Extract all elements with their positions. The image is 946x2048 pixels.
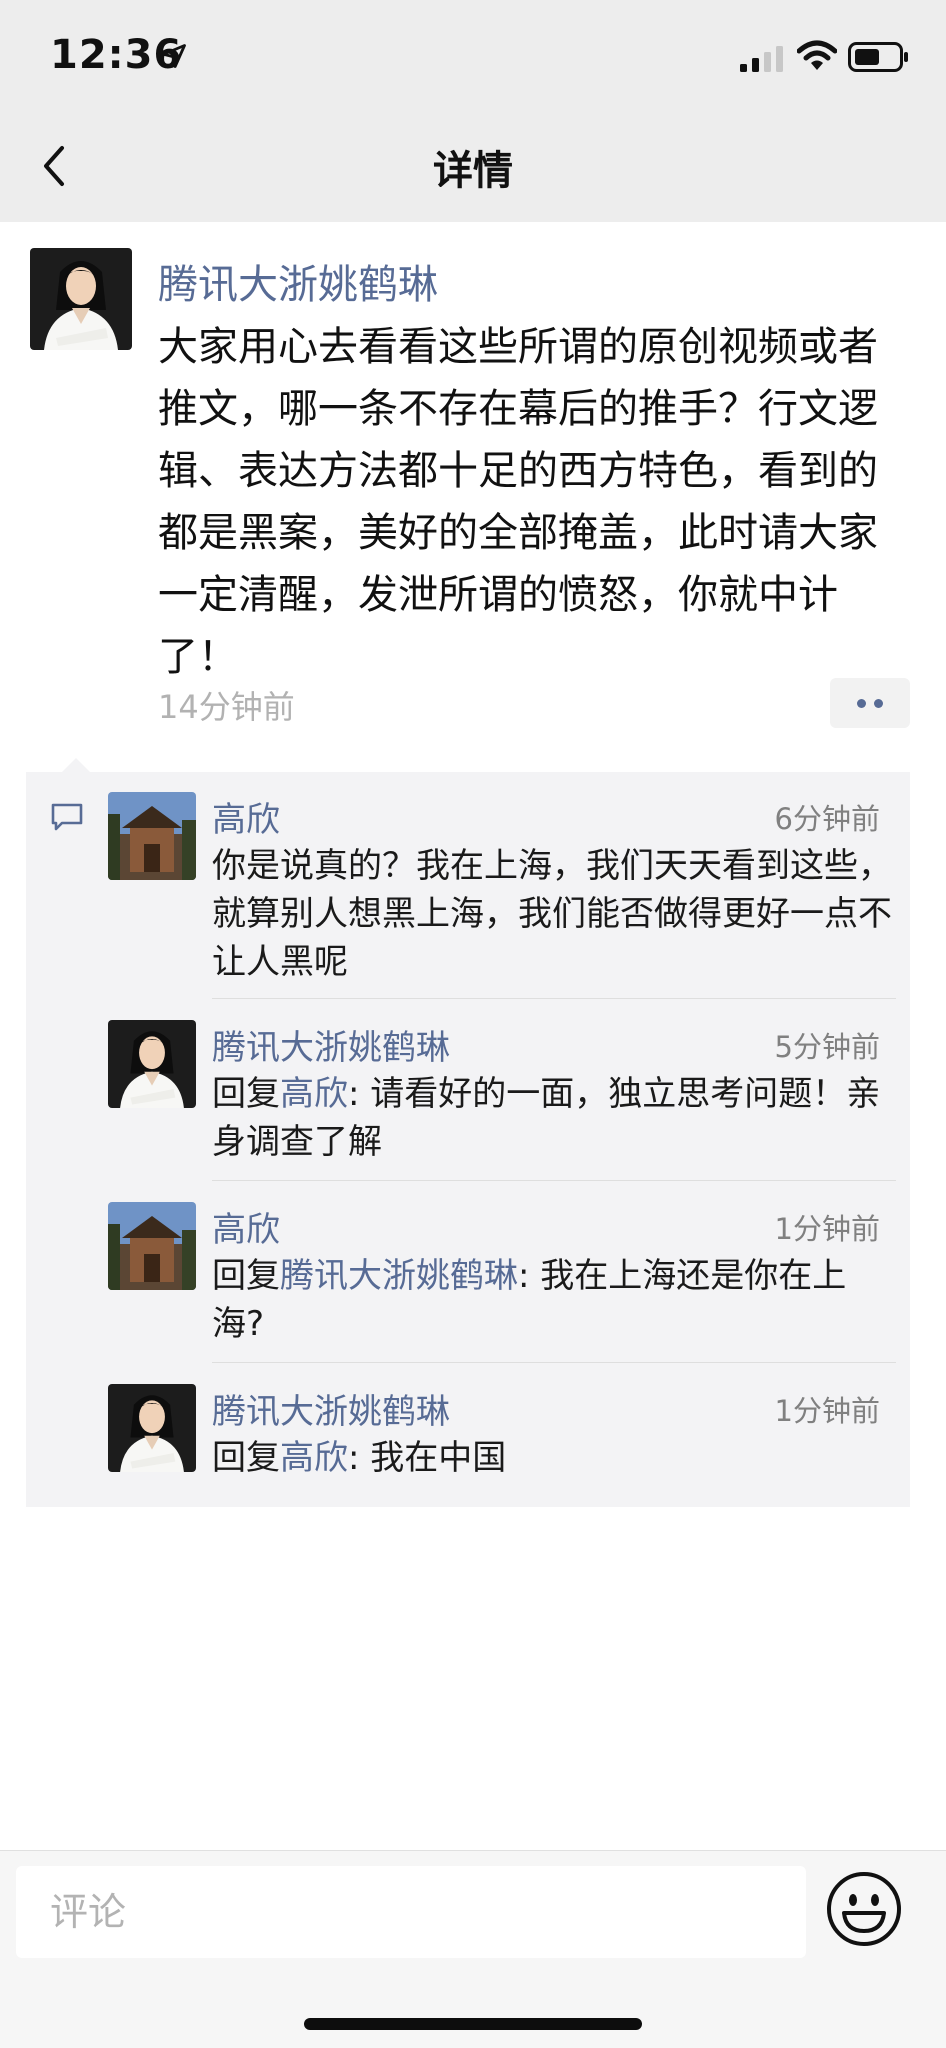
header-area: 12:36 详情 bbox=[0, 0, 946, 222]
reply-to-name[interactable]: 高欣 bbox=[280, 1438, 348, 1478]
divider bbox=[212, 1362, 896, 1363]
comment-author-name[interactable]: 腾讯大浙姚鹤琳 bbox=[212, 1020, 450, 1069]
more-options-button[interactable] bbox=[830, 678, 910, 728]
reply-prefix: 回复 bbox=[212, 1438, 280, 1478]
comment-timestamp: 1分钟前 bbox=[774, 1394, 880, 1428]
divider bbox=[212, 1180, 896, 1181]
avatar[interactable] bbox=[108, 1020, 196, 1108]
avatar[interactable] bbox=[108, 1384, 196, 1472]
comment-text: 回复高欣: 我在中国 bbox=[212, 1434, 892, 1482]
avatar-woman-image bbox=[108, 1020, 196, 1108]
comment-item[interactable]: 腾讯大浙姚鹤琳 5分钟前 回复高欣: 请看好的一面，独立思考问题！亲身调查了解 bbox=[26, 1000, 910, 1180]
avatar-woman-image bbox=[30, 248, 132, 350]
reply-to-name[interactable]: 高欣 bbox=[280, 1074, 348, 1114]
comment-timestamp: 1分钟前 bbox=[774, 1212, 880, 1246]
reply-body: : 我在中国 bbox=[348, 1438, 507, 1478]
avatar[interactable] bbox=[108, 1202, 196, 1290]
cellular-signal-icon bbox=[740, 46, 783, 72]
comment-text: 你是说真的？我在上海，我们天天看到这些，就算别人想黑上海，我们能否做得更好一点不… bbox=[212, 846, 892, 982]
comment-input-bar bbox=[0, 1850, 946, 2048]
post-timestamp: 14分钟前 bbox=[158, 688, 295, 726]
battery-icon bbox=[848, 42, 908, 72]
home-indicator bbox=[304, 2018, 642, 2030]
avatar[interactable] bbox=[30, 248, 132, 350]
comment-item[interactable]: 高欣 6分钟前 你是说真的？我在上海，我们天天看到这些，就算别人想黑上海，我们能… bbox=[26, 772, 910, 998]
comment-timestamp: 6分钟前 bbox=[774, 802, 880, 836]
post-author-name[interactable]: 腾讯大浙姚鹤琳 bbox=[158, 252, 438, 310]
comment-item[interactable]: 腾讯大浙姚鹤琳 1分钟前 回复高欣: 我在中国 bbox=[26, 1364, 910, 1504]
avatar-building-image bbox=[108, 792, 196, 880]
comment-text: 回复高欣: 请看好的一面，独立思考问题！亲身调查了解 bbox=[212, 1070, 892, 1166]
comment-author-name[interactable]: 腾讯大浙姚鹤琳 bbox=[212, 1384, 450, 1433]
avatar-building-image bbox=[108, 1202, 196, 1290]
comment-author-name[interactable]: 高欣 bbox=[212, 1202, 280, 1251]
reply-to-name[interactable]: 腾讯大浙姚鹤琳 bbox=[280, 1256, 518, 1296]
reply-prefix: 回复 bbox=[212, 1074, 280, 1114]
avatar-woman-image bbox=[108, 1384, 196, 1472]
wifi-icon bbox=[797, 40, 837, 70]
comment-item[interactable]: 高欣 1分钟前 回复腾讯大浙姚鹤琳: 我在上海还是你在上海? bbox=[26, 1182, 910, 1362]
comment-input[interactable] bbox=[16, 1866, 806, 1958]
divider bbox=[212, 998, 896, 999]
avatar[interactable] bbox=[108, 792, 196, 880]
comment-author-name[interactable]: 高欣 bbox=[212, 792, 280, 841]
post-text: 大家用心去看看这些所谓的原创视频或者推文，哪一条不存在幕后的推手？行文逻辑、表达… bbox=[158, 324, 878, 680]
page-title: 详情 bbox=[433, 148, 513, 194]
comment-timestamp: 5分钟前 bbox=[774, 1030, 880, 1064]
comments-panel: 高欣 6分钟前 你是说真的？我在上海，我们天天看到这些，就算别人想黑上海，我们能… bbox=[26, 758, 910, 1507]
comment-input-wrapper bbox=[16, 1866, 806, 1958]
reply-prefix: 回复 bbox=[212, 1256, 280, 1296]
location-arrow-icon bbox=[162, 44, 186, 68]
navigation-bar: 详情 bbox=[0, 110, 946, 222]
comment-text: 回复腾讯大浙姚鹤琳: 我在上海还是你在上海? bbox=[212, 1252, 892, 1348]
status-bar: 12:36 bbox=[0, 0, 946, 110]
emoji-icon[interactable] bbox=[826, 1871, 902, 1947]
